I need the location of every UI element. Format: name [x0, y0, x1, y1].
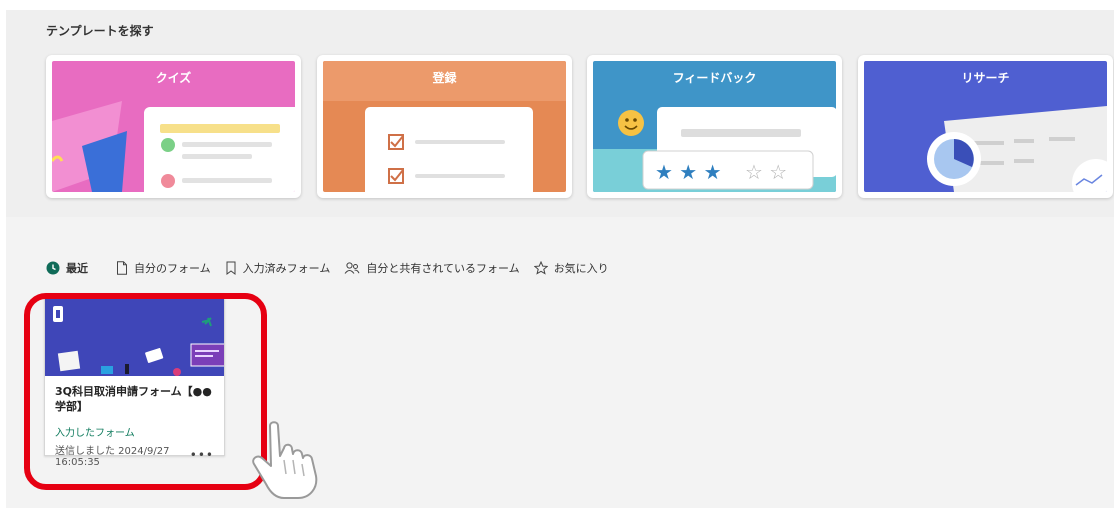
bookmark-icon [226, 261, 236, 275]
form-card-body: 3Q科目取消申請フォーム【●●学部】 入力したフォーム 送信しました 2024/… [45, 376, 224, 476]
template-card-research[interactable]: リサーチ [858, 55, 1113, 198]
form-submitted-status: 送信しました 2024/9/27 16:05:35 [55, 446, 170, 468]
template-label-registration: 登録 [432, 71, 457, 85]
form-title: 3Q科目取消申請フォーム【●●学部】 [55, 385, 212, 413]
tab-filled-forms-label: 入力済みフォーム [242, 262, 331, 275]
template-section: テンプレートを探す クイズ 登録 ★ ★ ★ ☆ ☆ フィードバック リサーチ [6, 10, 1114, 217]
tab-filled-forms[interactable]: 入力済みフォーム [225, 260, 331, 276]
tab-shared-with-me[interactable]: 自分と共有されているフォーム [344, 260, 520, 276]
document-icon [117, 261, 127, 275]
hand-pointer-icon [252, 421, 318, 499]
registration-illustration: 登録 [323, 61, 566, 192]
people-icon [344, 262, 360, 274]
form-meta: 送信しました 2024/9/27 16:05:35 ••• [55, 442, 214, 468]
template-heading: テンプレートを探す [46, 24, 154, 38]
quiz-illustration: クイズ [52, 61, 295, 192]
form-type-label: 入力したフォーム [55, 428, 135, 439]
template-label-feedback: フィードバック [672, 71, 757, 85]
feedback-illustration: ★ ★ ★ ☆ ☆ フィードバック [593, 61, 836, 192]
svg-text:☆ ☆: ☆ ☆ [745, 160, 787, 184]
research-illustration: リサーチ [864, 61, 1107, 192]
template-label-research: リサーチ [961, 71, 1010, 85]
form-thumbnail [45, 294, 224, 376]
tab-recent[interactable]: 最近 [46, 260, 88, 276]
tab-favorites-label: お気に入り [553, 262, 609, 275]
template-card-registration[interactable]: 登録 [317, 55, 572, 198]
tab-my-forms[interactable]: 自分のフォーム [116, 260, 211, 276]
svg-text:★ ★ ★: ★ ★ ★ [655, 160, 722, 184]
template-label-quiz: クイズ [155, 71, 192, 85]
tab-my-forms-label: 自分のフォーム [134, 262, 211, 275]
template-card-feedback[interactable]: ★ ★ ★ ☆ ☆ フィードバック [587, 55, 842, 198]
tab-recent-label: 最近 [66, 262, 88, 275]
recent-form-card[interactable]: 3Q科目取消申請フォーム【●●学部】 入力したフォーム 送信しました 2024/… [44, 293, 225, 468]
star-icon [533, 261, 548, 275]
more-options-button[interactable]: ••• [190, 448, 214, 462]
forms-home: テンプレートを探す クイズ 登録 ★ ★ ★ ☆ ☆ フィードバック リサーチ … [6, 10, 1114, 508]
tab-favorites[interactable]: お気に入り [533, 260, 609, 276]
clock-icon [46, 261, 60, 275]
tab-shared-label: 自分と共有されているフォーム [366, 262, 520, 275]
template-card-quiz[interactable]: クイズ [46, 55, 301, 198]
form-filter-tabs: 最近 自分のフォーム 入力済みフォーム 自分と共有されているフォーム お気に入り [46, 260, 623, 276]
